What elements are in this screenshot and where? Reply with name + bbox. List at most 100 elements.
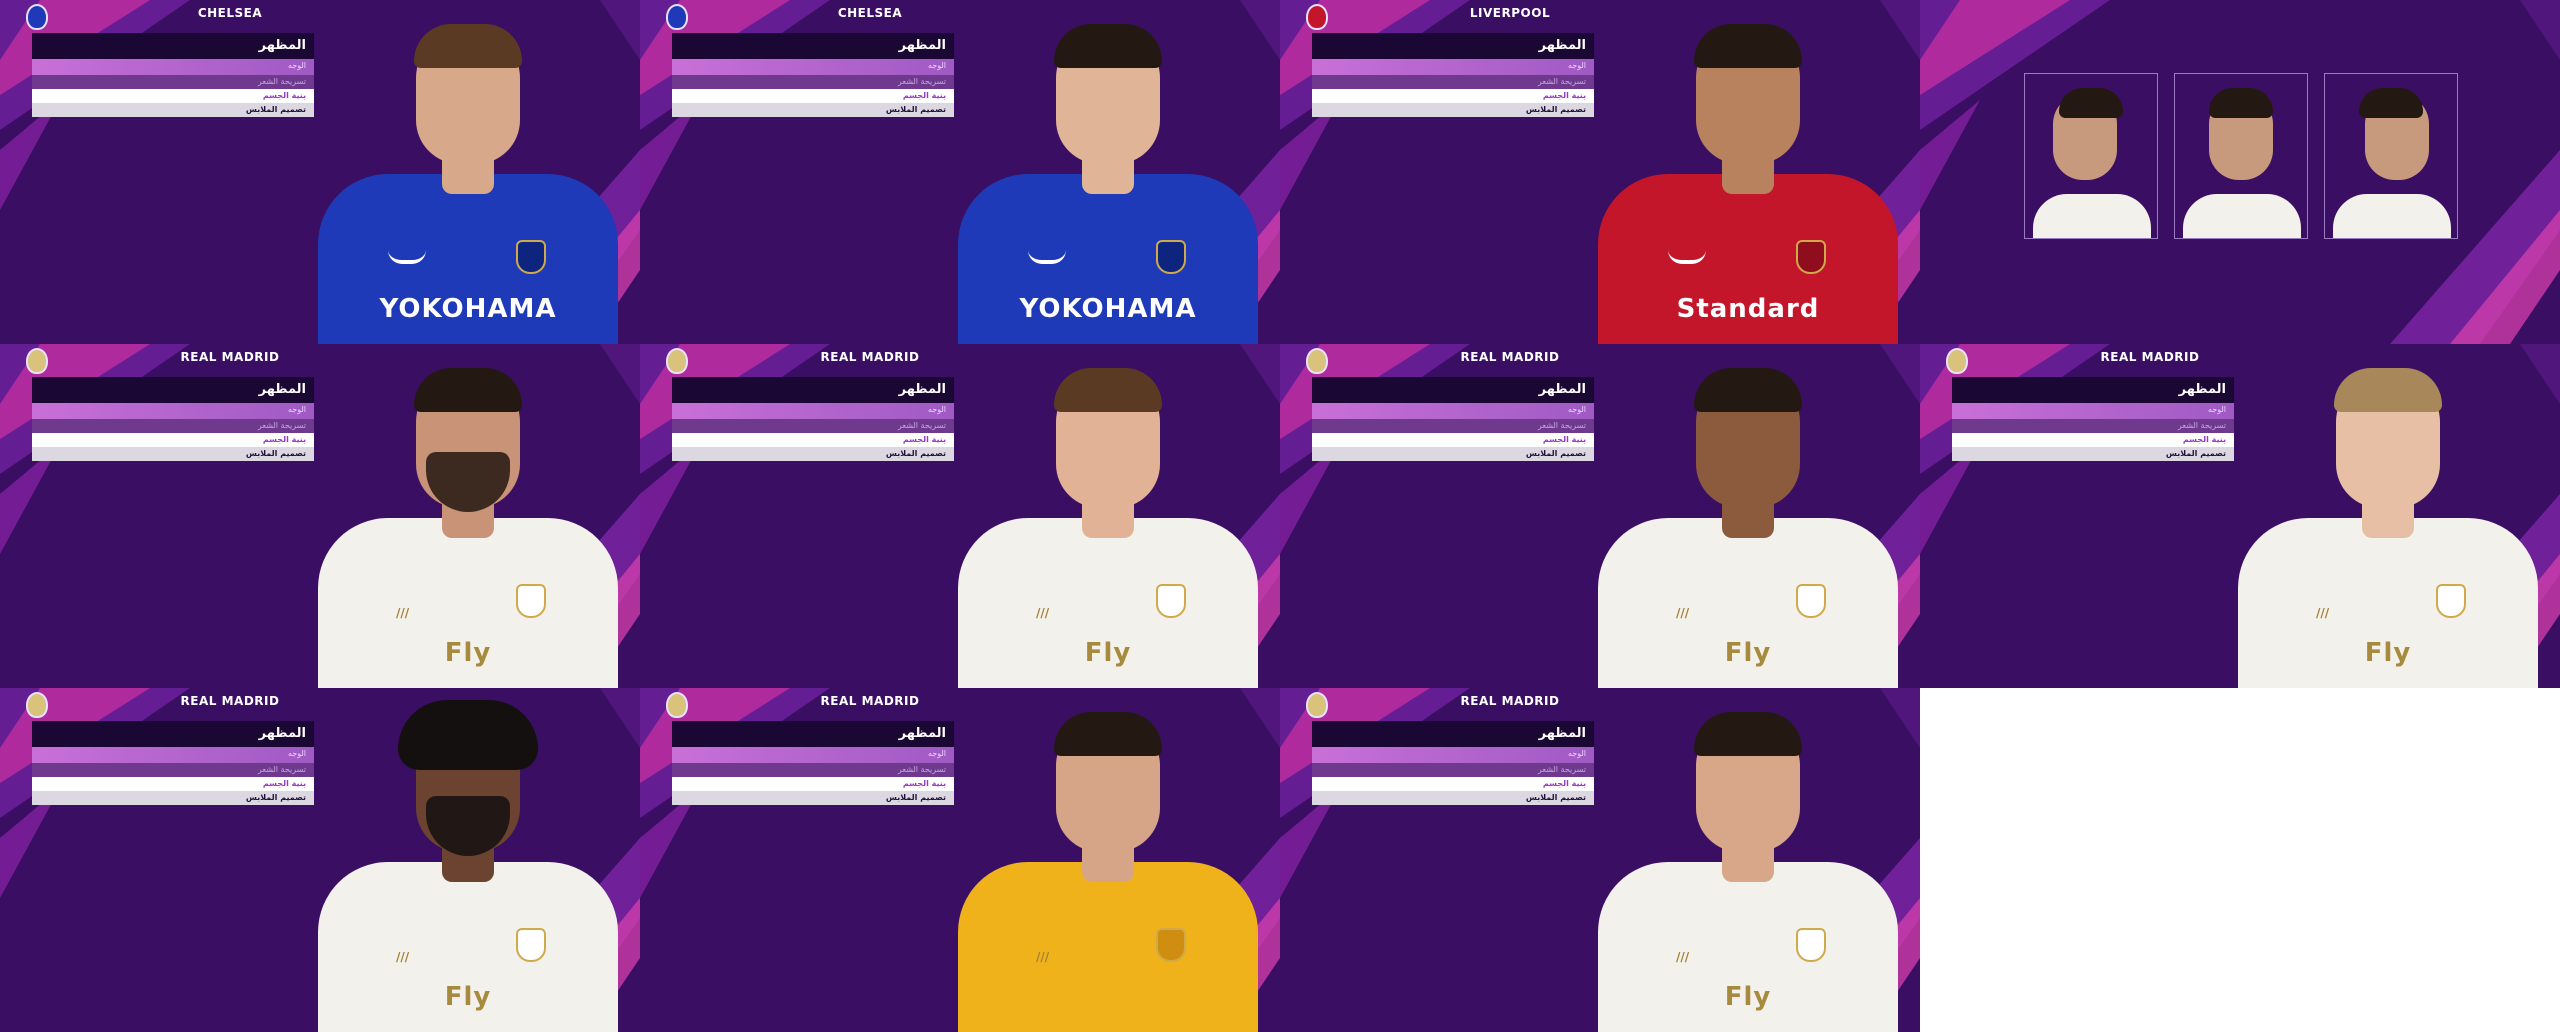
menu-item[interactable]: تسريحة الشعر — [32, 419, 314, 433]
menu-item[interactable]: بنية الجسم — [1312, 433, 1594, 447]
menu-item[interactable]: تصميم الملابس — [1312, 791, 1594, 805]
player-figure: /// Fly — [1598, 688, 1898, 1032]
menu-item[interactable]: تسريحة الشعر — [672, 75, 954, 89]
hair — [1054, 368, 1162, 412]
menu-item[interactable]: الوجه — [1952, 403, 2234, 419]
three-stripes-icon: /// — [1676, 950, 1690, 964]
club-badge-icon — [516, 240, 546, 274]
menu-item[interactable]: تسريحة الشعر — [672, 419, 954, 433]
menu-item[interactable]: الوجه — [32, 747, 314, 763]
shirt — [2183, 194, 2301, 238]
menu-item[interactable]: بنية الجسم — [672, 777, 954, 791]
menu-header: المظهر — [1312, 33, 1594, 59]
shirt — [2333, 194, 2451, 238]
player-card[interactable]: CHELSEA المظهر الوجه تسريحة الشعر بنية الجسم… — [0, 0, 640, 344]
player-card[interactable]: REAL MADRID المظهر الوجه تسريحة الشعر بنية ا… — [0, 344, 640, 688]
menu-item[interactable]: بنية الجسم — [672, 433, 954, 447]
sponsor-text: YOKOHAMA — [1019, 294, 1197, 324]
player-figure: Standard — [1598, 0, 1898, 344]
menu-item[interactable]: تصميم الملابس — [1952, 447, 2234, 461]
club-badge-icon — [1156, 928, 1186, 962]
menu-item[interactable]: الوجه — [1312, 747, 1594, 763]
hair — [414, 24, 522, 68]
sponsor-text: Fly — [444, 638, 492, 668]
menu-header: المظهر — [1952, 377, 2234, 403]
menu-item[interactable]: بنية الجسم — [1312, 777, 1594, 791]
menu-header: المظهر — [672, 33, 954, 59]
player-figure: /// Fly — [2238, 344, 2538, 688]
player-card[interactable]: REAL MADRID المظهر الوجه تسريحة الشعر بنية ا… — [1280, 344, 1920, 688]
player-card[interactable]: CHELSEA المظهر الوجه تسريحة الشعر بنية الجسم… — [640, 0, 1280, 344]
hair — [1694, 24, 1802, 68]
hair — [2334, 368, 2442, 412]
menu-header: المظهر — [32, 377, 314, 403]
menu-item[interactable]: تسريحة الشعر — [1312, 419, 1594, 433]
player-figure: /// Fly — [958, 344, 1258, 688]
menu-item[interactable]: بنية الجسم — [32, 777, 314, 791]
menu-item[interactable]: بنية الجسم — [1952, 433, 2234, 447]
menu-item[interactable]: بنية الجسم — [32, 433, 314, 447]
sponsor-text: Fly — [1724, 982, 1772, 1012]
menu-item[interactable]: الوجه — [1312, 403, 1594, 419]
sponsor-text: Standard — [1676, 294, 1820, 324]
three-stripes-icon: /// — [1036, 606, 1050, 620]
player-figure: /// — [958, 688, 1258, 1032]
three-stripes-icon: /// — [1676, 606, 1690, 620]
menu-item[interactable]: تصميم الملابس — [1312, 447, 1594, 461]
player-card[interactable]: LIVERPOOL المظهر الوجه تسريحة الشعر بنية الج… — [1280, 0, 1920, 344]
menu-item[interactable]: تصميم الملابس — [672, 103, 954, 117]
menu-item[interactable]: تصميم الملابس — [672, 791, 954, 805]
menu-item[interactable]: تصميم الملابس — [1312, 103, 1594, 117]
menu-item[interactable]: الوجه — [1312, 59, 1594, 75]
beard — [426, 452, 510, 512]
hair — [2059, 88, 2123, 118]
menu-item[interactable]: الوجه — [32, 59, 314, 75]
menu-item[interactable]: تسريحة الشعر — [1952, 419, 2234, 433]
menu-item[interactable]: تسريحة الشعر — [32, 763, 314, 777]
jersey — [958, 862, 1258, 1032]
three-stripes-icon: /// — [396, 950, 410, 964]
club-badge-icon — [1796, 240, 1826, 274]
menu-header: المظهر — [672, 377, 954, 403]
player-card[interactable] — [1920, 0, 2560, 344]
menu-item[interactable]: تصميم الملابس — [32, 447, 314, 461]
menu-header: المظهر — [672, 721, 954, 747]
appearance-menu: المظهر الوجه تسريحة الشعر بنية الجسم تصميم ا… — [672, 377, 954, 461]
player-card[interactable]: REAL MADRID المظهر الوجه تسريحة الشعر بنية ا… — [640, 688, 1280, 1032]
menu-item[interactable]: بنية الجسم — [672, 89, 954, 103]
hair — [2359, 88, 2423, 118]
menu-item[interactable]: الوجه — [32, 403, 314, 419]
player-figure: YOKOHAMA — [958, 0, 1258, 344]
player-card[interactable]: REAL MADRID المظهر الوجه تسريحة الشعر بنية ا… — [1280, 688, 1920, 1032]
menu-item[interactable]: تسريحة الشعر — [1312, 763, 1594, 777]
shirt — [2033, 194, 2151, 238]
hair — [1054, 24, 1162, 68]
appearance-menu: المظهر الوجه تسريحة الشعر بنية الجسم تصميم ا… — [32, 377, 314, 461]
appearance-menu: المظهر الوجه تسريحة الشعر بنية الجسم تصميم ا… — [1312, 33, 1594, 117]
sponsor-text: Fly — [1084, 638, 1132, 668]
three-stripes-icon: /// — [396, 606, 410, 620]
menu-item[interactable]: بنية الجسم — [32, 89, 314, 103]
menu-item[interactable]: بنية الجسم — [1312, 89, 1594, 103]
menu-item[interactable]: تسريحة الشعر — [32, 75, 314, 89]
player-card[interactable]: REAL MADRID المظهر الوجه تسريحة الشعر بنية ا… — [0, 688, 640, 1032]
menu-item[interactable]: تسريحة الشعر — [672, 763, 954, 777]
player-card[interactable]: REAL MADRID المظهر الوجه تسريحة الشعر بنية ا… — [1920, 344, 2560, 688]
menu-item[interactable]: تسريحة الشعر — [1312, 75, 1594, 89]
menu-item[interactable]: تصميم الملابس — [32, 791, 314, 805]
sponsor-text: YOKOHAMA — [379, 294, 557, 324]
three-stripes-icon: /// — [2316, 606, 2330, 620]
menu-header: المظهر — [32, 721, 314, 747]
menu-item[interactable]: تصميم الملابس — [672, 447, 954, 461]
player-card[interactable]: REAL MADRID المظهر الوجه تسريحة الشعر بنية ا… — [640, 344, 1280, 688]
menu-item[interactable]: الوجه — [672, 59, 954, 75]
hair — [1694, 712, 1802, 756]
hair — [1694, 368, 1802, 412]
club-badge-icon — [1796, 928, 1826, 962]
club-badge-icon — [1156, 240, 1186, 274]
club-badge-icon — [516, 928, 546, 962]
menu-item[interactable]: الوجه — [672, 747, 954, 763]
menu-item[interactable]: الوجه — [672, 403, 954, 419]
menu-item[interactable]: تصميم الملابس — [32, 103, 314, 117]
menu-header: المظهر — [32, 33, 314, 59]
